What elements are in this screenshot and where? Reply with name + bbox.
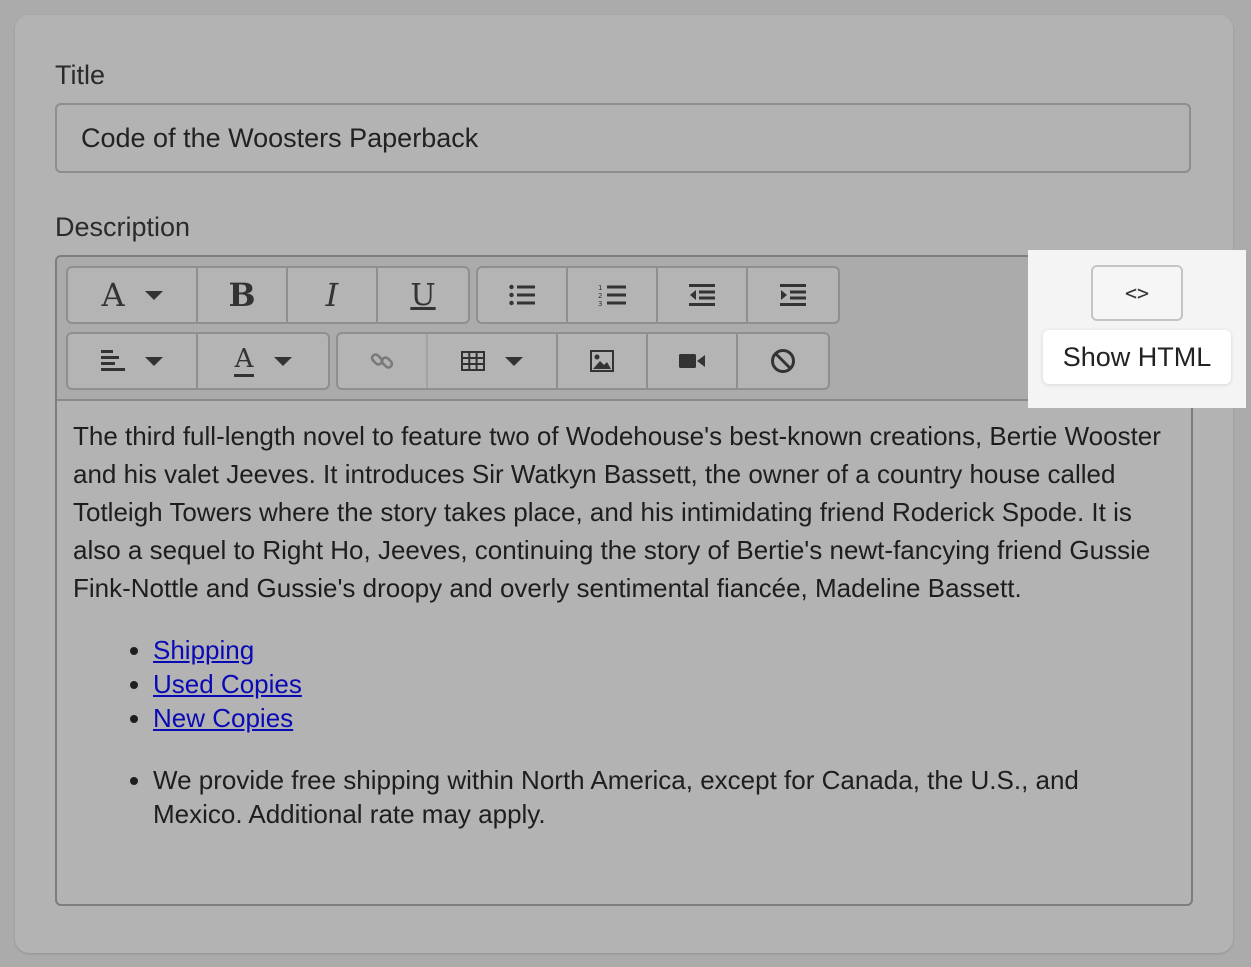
align-left-icon bbox=[101, 350, 125, 371]
link-icon bbox=[370, 353, 394, 369]
image-icon bbox=[590, 350, 614, 372]
description-editor[interactable]: A B I U 1 2 3 A The third full-length no… bbox=[55, 255, 1193, 906]
chevron-down-icon bbox=[274, 356, 292, 366]
show-html-button[interactable]: <> bbox=[1091, 265, 1183, 321]
outdent-icon bbox=[689, 284, 715, 306]
editor-content[interactable]: The third full-length novel to feature t… bbox=[73, 417, 1173, 831]
clear-formatting-button[interactable] bbox=[738, 334, 828, 388]
chevron-down-icon bbox=[144, 290, 163, 300]
bulleted-list-button[interactable] bbox=[478, 268, 568, 322]
shipping-note: We provide free shipping within North Am… bbox=[153, 763, 1173, 831]
show-html-tooltip: Show HTML bbox=[1043, 330, 1231, 384]
list-item: Shipping bbox=[153, 633, 1173, 667]
video-icon bbox=[679, 354, 705, 368]
italic-icon: I bbox=[325, 276, 339, 314]
svg-text:1: 1 bbox=[598, 284, 602, 292]
used-copies-link[interactable]: Used Copies bbox=[153, 669, 302, 699]
outdent-button[interactable] bbox=[658, 268, 748, 322]
bulleted-list-icon bbox=[509, 284, 535, 306]
text-color-icon: A bbox=[234, 346, 254, 377]
clear-formatting-icon bbox=[771, 349, 795, 373]
align-button[interactable] bbox=[68, 334, 198, 388]
image-button[interactable] bbox=[558, 334, 648, 388]
paragraph-group: A bbox=[66, 332, 330, 390]
list-item: New Copies bbox=[153, 701, 1173, 735]
title-input[interactable] bbox=[55, 103, 1191, 173]
title-label: Title bbox=[55, 60, 106, 90]
shipping-link[interactable]: Shipping bbox=[153, 635, 254, 665]
chevron-down-icon bbox=[145, 356, 163, 366]
new-copies-link[interactable]: New Copies bbox=[153, 703, 293, 733]
link-list: Shipping Used Copies New Copies bbox=[73, 633, 1173, 735]
numbered-list-button[interactable]: 1 2 3 bbox=[568, 268, 658, 322]
editor-toolbar: A B I U 1 2 3 A bbox=[57, 257, 1191, 401]
text-color-button[interactable]: A bbox=[198, 334, 328, 388]
list-item: Used Copies bbox=[153, 667, 1173, 701]
bold-button[interactable]: B bbox=[198, 268, 288, 322]
underline-button[interactable]: U bbox=[378, 268, 468, 322]
svg-text:2: 2 bbox=[598, 292, 602, 300]
indent-icon bbox=[780, 284, 806, 306]
bold-icon: B bbox=[228, 276, 256, 314]
svg-text:3: 3 bbox=[598, 300, 602, 307]
underline-icon: U bbox=[410, 277, 436, 313]
video-button[interactable] bbox=[648, 334, 738, 388]
description-paragraph: The third full-length novel to feature t… bbox=[73, 421, 1161, 603]
table-button[interactable] bbox=[428, 334, 558, 388]
list-group: 1 2 3 bbox=[476, 266, 840, 324]
link-button[interactable] bbox=[338, 334, 428, 388]
indent-button[interactable] bbox=[748, 268, 838, 322]
description-label: Description bbox=[55, 212, 191, 242]
font-style-button[interactable]: A bbox=[68, 268, 198, 322]
shipping-list: We provide free shipping within North Am… bbox=[73, 763, 1173, 831]
text-format-group: A B I U bbox=[66, 266, 470, 324]
chevron-down-icon bbox=[505, 356, 523, 366]
font-style-icon: A bbox=[101, 276, 125, 314]
insert-group bbox=[336, 332, 830, 390]
italic-button[interactable]: I bbox=[288, 268, 378, 322]
table-icon bbox=[461, 351, 485, 371]
text-color-bar bbox=[234, 373, 254, 377]
numbered-list-icon: 1 2 3 bbox=[598, 284, 626, 307]
